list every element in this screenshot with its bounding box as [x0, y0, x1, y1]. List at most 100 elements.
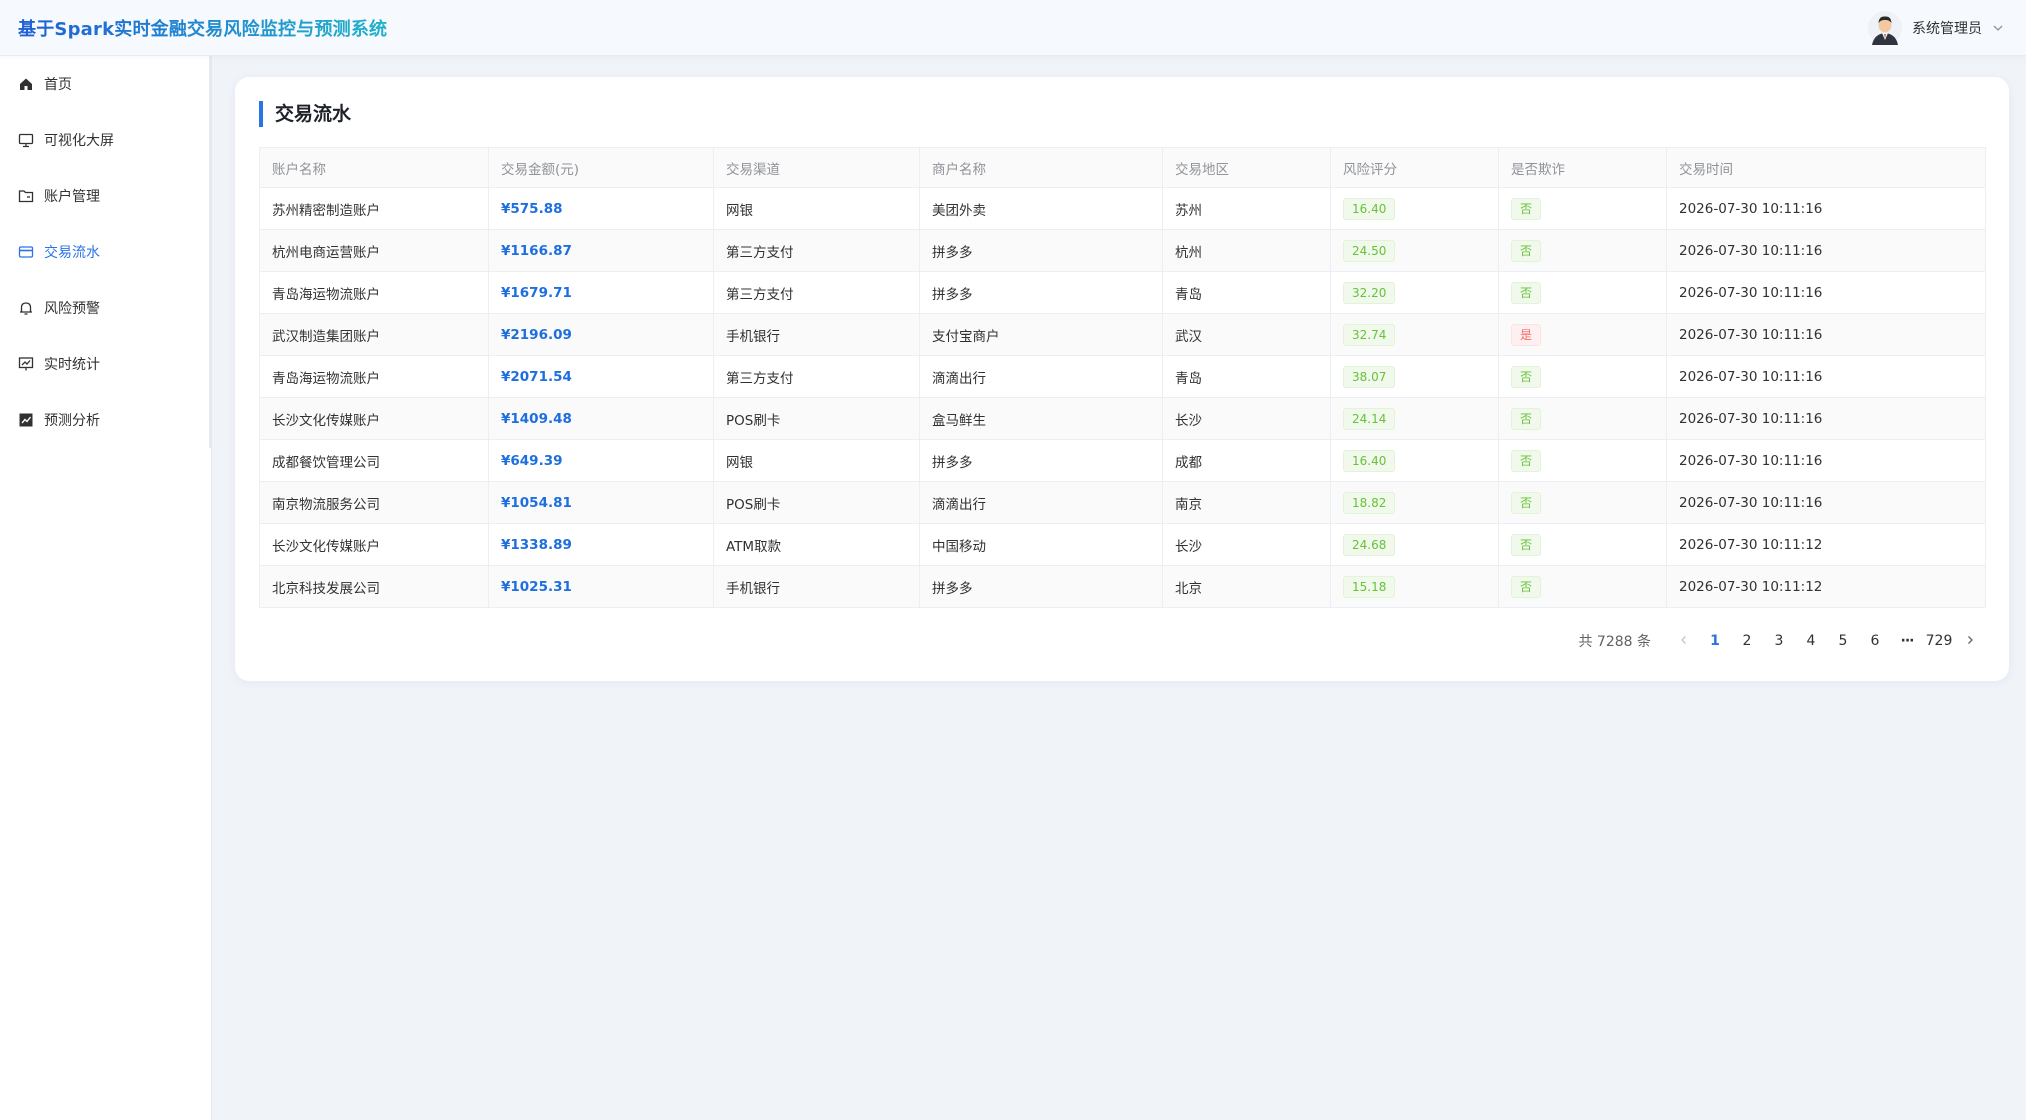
sidebar-item-label: 首页: [44, 77, 72, 93]
cell-fraud: 否: [1498, 397, 1667, 440]
table-row[interactable]: 长沙文化传媒账户 ¥1338.89 ATM取款 中国移动 长沙 24.68 否 2026-07…: [259, 523, 1986, 566]
cell-amount: ¥1338.89: [488, 523, 714, 566]
cell-time: 2026-07-30 10:11:16: [1666, 229, 1986, 272]
transactions-table: 账户名称 交易金额(元) 交易渠道 商户名称 交易地区 风险评分 是否欺诈 交易…: [259, 147, 1986, 608]
table-row[interactable]: 长沙文化传媒账户 ¥1409.48 POS刷卡 盒马鲜生 长沙 24.14 否 2026-07…: [259, 397, 1986, 440]
sidebar-item-home[interactable]: 首页: [0, 56, 211, 112]
pagination-total: 共 7288 条: [1578, 634, 1651, 650]
card-icon: [18, 244, 34, 260]
sidebar-resize-handle[interactable]: [209, 56, 212, 448]
avatar: [1868, 10, 1902, 45]
column-header-risk-score[interactable]: 风险评分: [1330, 147, 1499, 188]
cell-merchant: 支付宝商户: [919, 313, 1163, 356]
cell-risk-score: 16.40: [1330, 187, 1499, 230]
cell-time: 2026-07-30 10:11:16: [1666, 187, 1986, 230]
fraud-status-badge: 否: [1511, 281, 1542, 304]
cell-amount: ¥1025.31: [488, 565, 714, 608]
page-3-button[interactable]: 3: [1763, 633, 1795, 649]
cell-fraud: 否: [1498, 355, 1667, 398]
table-row[interactable]: 北京科技发展公司 ¥1025.31 手机银行 拼多多 北京 15.18 否 2026-07-3…: [259, 565, 1986, 608]
cell-risk-score: 16.40: [1330, 439, 1499, 482]
cell-region: 北京: [1162, 565, 1331, 608]
cell-region: 南京: [1162, 481, 1331, 524]
chevron-right-icon: [1968, 636, 1973, 644]
cell-channel: 网银: [713, 187, 920, 230]
cell-merchant: 滴滴出行: [919, 355, 1163, 398]
cell-merchant: 中国移动: [919, 523, 1163, 566]
cell-merchant: 滴滴出行: [919, 481, 1163, 524]
column-header-amount[interactable]: 交易金额(元): [488, 147, 714, 188]
cell-merchant: 拼多多: [919, 565, 1163, 608]
cell-time: 2026-07-30 10:11:16: [1666, 439, 1986, 482]
column-header-time[interactable]: 交易时间: [1666, 147, 1986, 188]
column-header-account[interactable]: 账户名称: [259, 147, 489, 188]
column-header-region[interactable]: 交易地区: [1162, 147, 1331, 188]
prev-page-button[interactable]: [1669, 633, 1699, 649]
cell-fraud: 否: [1498, 481, 1667, 524]
cell-account: 长沙文化传媒账户: [259, 523, 489, 566]
table-row[interactable]: 苏州精密制造账户 ¥575.88 网银 美团外卖 苏州 16.40 否 2026-07-30 …: [259, 187, 1986, 230]
sidebar-item-label: 风险预警: [44, 301, 100, 317]
risk-score-tag: 24.50: [1343, 239, 1396, 262]
cell-risk-score: 15.18: [1330, 565, 1499, 608]
cell-channel: ATM取款: [713, 523, 920, 566]
app-title: 基于Spark实时金融交易风险监控与预测系统: [18, 15, 387, 41]
table-row[interactable]: 成都餐饮管理公司 ¥649.39 网银 拼多多 成都 16.40 否 2026-07-30 1…: [259, 439, 1986, 482]
cell-channel: 第三方支付: [713, 229, 920, 272]
next-page-button[interactable]: [1955, 633, 1985, 649]
table-row[interactable]: 青岛海运物流账户 ¥2071.54 第三方支付 滴滴出行 青岛 38.07 否 2026-07…: [259, 355, 1986, 398]
pagination: 共 7288 条 1 2 3 4 5 6 ··· 729: [1578, 627, 1985, 655]
table-row[interactable]: 武汉制造集团账户 ¥2196.09 手机银行 支付宝商户 武汉 32.74 是 2026-07…: [259, 313, 1986, 356]
sidebar-item-risk-alerts[interactable]: 风险预警: [0, 280, 211, 336]
cell-region: 青岛: [1162, 271, 1331, 314]
cell-merchant: 盒马鲜生: [919, 397, 1163, 440]
sidebar-item-realtime-stats[interactable]: 实时统计: [0, 336, 211, 392]
cell-region: 苏州: [1162, 187, 1331, 230]
cell-amount: ¥2196.09: [488, 313, 714, 356]
table-row[interactable]: 青岛海运物流账户 ¥1679.71 第三方支付 拼多多 青岛 32.20 否 2026-07-…: [259, 271, 1986, 314]
cell-amount: ¥575.88: [488, 187, 714, 230]
cell-region: 长沙: [1162, 397, 1331, 440]
sidebar-item-forecast[interactable]: 预测分析: [0, 392, 211, 448]
page-last-button[interactable]: 729: [1923, 633, 1955, 649]
cell-amount: ¥1166.87: [488, 229, 714, 272]
table-header-row: 账户名称 交易金额(元) 交易渠道 商户名称 交易地区 风险评分 是否欺诈 交易…: [259, 147, 1986, 188]
table-row[interactable]: 杭州电商运营账户 ¥1166.87 第三方支付 拼多多 杭州 24.50 否 2026-07-…: [259, 229, 1986, 272]
column-header-channel[interactable]: 交易渠道: [713, 147, 920, 188]
sidebar-item-label: 账户管理: [44, 189, 100, 205]
fraud-status-badge: 否: [1511, 575, 1542, 598]
user-name: 系统管理员: [1912, 20, 1982, 37]
fraud-status-badge: 否: [1511, 365, 1542, 388]
table-row[interactable]: 南京物流服务公司 ¥1054.81 POS刷卡 滴滴出行 南京 18.82 否 2026-07…: [259, 481, 1986, 524]
more-pages-button[interactable]: ···: [1891, 633, 1923, 649]
cell-region: 武汉: [1162, 313, 1331, 356]
sidebar-item-accounts[interactable]: 账户管理: [0, 168, 211, 224]
cell-account: 北京科技发展公司: [259, 565, 489, 608]
cell-fraud: 否: [1498, 565, 1667, 608]
page-1-button[interactable]: 1: [1699, 633, 1731, 649]
cell-time: 2026-07-30 10:11:16: [1666, 481, 1986, 524]
column-header-merchant[interactable]: 商户名称: [919, 147, 1163, 188]
user-menu[interactable]: 系统管理员: [1868, 10, 2004, 45]
cell-risk-score: 18.82: [1330, 481, 1499, 524]
page-6-button[interactable]: 6: [1859, 633, 1891, 649]
page-4-button[interactable]: 4: [1795, 633, 1827, 649]
cell-channel: 第三方支付: [713, 271, 920, 314]
column-header-fraud[interactable]: 是否欺诈: [1498, 147, 1667, 188]
sidebar-item-dashboard[interactable]: 可视化大屏: [0, 112, 211, 168]
chevron-left-icon: [1681, 636, 1686, 644]
cell-channel: 第三方支付: [713, 355, 920, 398]
cell-amount: ¥1409.48: [488, 397, 714, 440]
cell-risk-score: 38.07: [1330, 355, 1499, 398]
page-5-button[interactable]: 5: [1827, 633, 1859, 649]
cell-merchant: 拼多多: [919, 271, 1163, 314]
sidebar-item-transactions[interactable]: 交易流水: [0, 224, 211, 280]
home-icon: [18, 76, 34, 92]
top-header: 基于Spark实时金融交易风险监控与预测系统 系统管理员: [0, 0, 2026, 56]
risk-score-tag: 16.40: [1343, 449, 1396, 472]
risk-score-tag: 18.82: [1343, 491, 1396, 514]
risk-score-tag: 32.20: [1343, 281, 1396, 304]
cell-amount: ¥2071.54: [488, 355, 714, 398]
risk-score-tag: 24.14: [1343, 407, 1396, 430]
page-2-button[interactable]: 2: [1731, 633, 1763, 649]
